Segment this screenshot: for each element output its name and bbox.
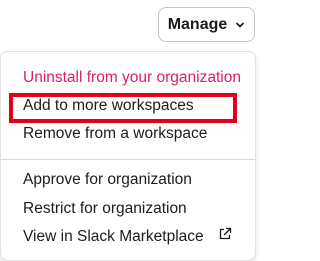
menu-item-approve[interactable]: Approve for organization	[23, 170, 192, 190]
menu-item-restrict[interactable]: Restrict for organization	[23, 199, 187, 219]
menu-divider	[1, 159, 255, 160]
manage-button[interactable]: Manage	[158, 7, 255, 42]
menu-item-remove-from-workspace[interactable]: Remove from a workspace	[23, 124, 207, 144]
external-link-icon	[219, 227, 232, 240]
chevron-down-icon	[236, 22, 245, 27]
menu-item-view-marketplace[interactable]: View in Slack Marketplace	[23, 227, 204, 247]
manage-button-label: Manage	[167, 15, 228, 33]
page: Manage Uninstall from your organization …	[0, 0, 265, 261]
menu-item-add-to-workspaces[interactable]: Add to more workspaces	[23, 96, 194, 116]
menu-item-uninstall[interactable]: Uninstall from your organization	[23, 68, 241, 88]
